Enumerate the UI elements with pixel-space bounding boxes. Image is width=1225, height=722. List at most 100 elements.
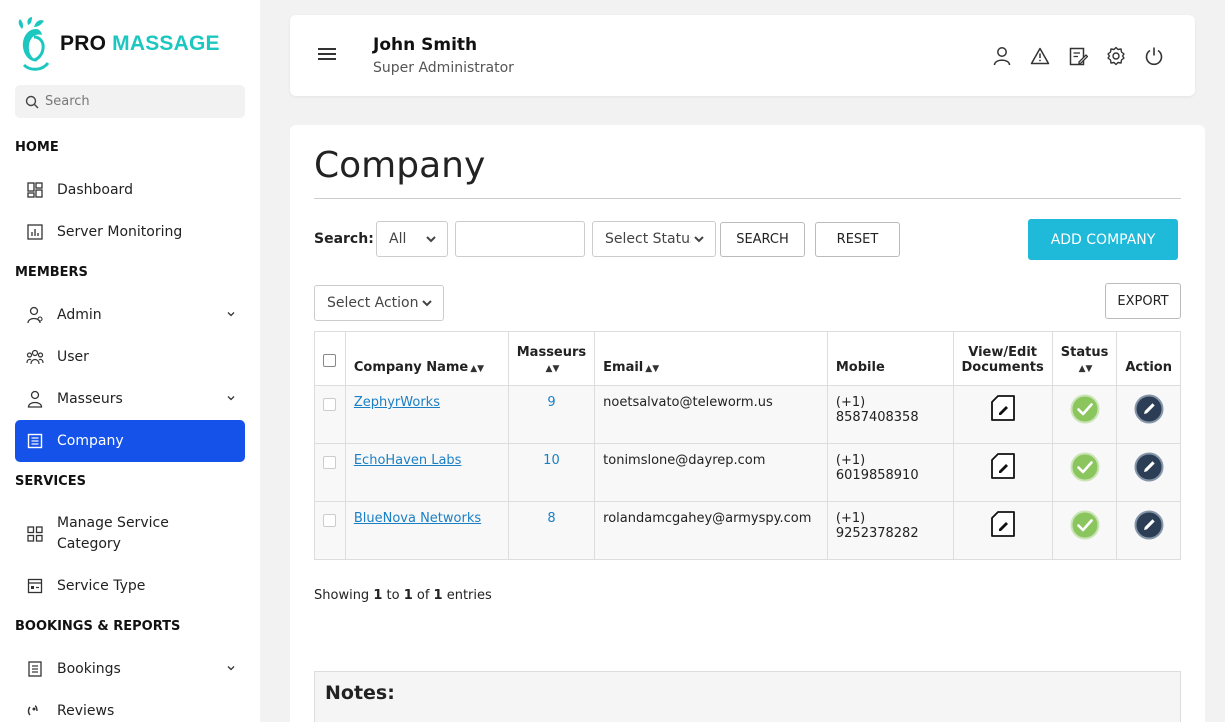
header-status[interactable]: Status ▲▼ (1051, 331, 1118, 386)
company-link[interactable]: ZephyrWorks (354, 395, 440, 410)
filter-field-dropdown[interactable]: All (385, 230, 439, 248)
header-label-line-1: View/Edit (968, 345, 1037, 360)
select-all-checkbox[interactable] (323, 354, 336, 367)
status-dropdown[interactable]: Select Status (601, 230, 707, 248)
sidebar-item-label: Manage Service Category (57, 513, 169, 555)
edit-pencil-icon[interactable] (1134, 394, 1164, 424)
person-icon (25, 389, 45, 409)
edit-document-icon[interactable] (990, 510, 1016, 538)
row-checkbox[interactable] (323, 456, 336, 469)
header-company-name[interactable]: Company Name ▲▼ (344, 331, 509, 386)
section-members: MEMBERS (15, 265, 88, 280)
edit-pencil-icon[interactable] (1134, 510, 1164, 540)
sidebar-item-reviews[interactable]: Reviews (15, 690, 245, 722)
sort-icon: ▲▼ (470, 364, 485, 374)
masseurs-count-link[interactable]: 8 (547, 511, 555, 526)
sidebar-search[interactable] (15, 85, 245, 118)
brand-name-part2: MASSAGE (112, 32, 220, 55)
power-icon[interactable] (1143, 45, 1165, 67)
company-link[interactable]: EchoHaven Labs (354, 453, 462, 468)
active-status-icon[interactable] (1070, 452, 1100, 482)
admin-user-icon (25, 305, 45, 325)
company-link[interactable]: BlueNova Networks (354, 511, 481, 526)
header-actions (991, 45, 1165, 67)
chevron-down-icon (227, 396, 235, 401)
edit-document-icon[interactable] (990, 394, 1016, 422)
edit-pencil-icon[interactable] (1134, 452, 1164, 482)
edit-note-icon[interactable] (1067, 45, 1089, 67)
bulk-action-dropdown[interactable]: Select Action (323, 294, 435, 312)
sidebar-item-label: Server Monitoring (57, 224, 183, 240)
sidebar-item-service-type[interactable]: Service Type (15, 565, 245, 607)
documents-cell (952, 443, 1053, 502)
search-input-box[interactable] (455, 221, 585, 257)
edit-document-icon[interactable] (990, 452, 1016, 480)
menu-toggle-icon[interactable] (318, 48, 336, 60)
table-header-row: Company Name ▲▼ Masseurs ▲▼ Email ▲▼ Mobile… (314, 331, 1181, 386)
email-cell: noetsalvato@teleworm.us (594, 385, 828, 444)
row-select-cell (314, 501, 346, 560)
company-table: Company Name ▲▼ Masseurs ▲▼ Email ▲▼ Mobile… (314, 331, 1181, 560)
sidebar-item-server-monitoring[interactable]: Server Monitoring (15, 211, 245, 253)
row-select-cell (314, 385, 346, 444)
sidebar-item-label: Company (57, 433, 124, 449)
user-icon[interactable] (991, 45, 1013, 67)
warning-icon[interactable] (1029, 45, 1051, 67)
row-checkbox[interactable] (323, 398, 336, 411)
showing-total: 1 (433, 588, 443, 603)
calendar-icon (25, 576, 45, 596)
sidebar-item-company[interactable]: Company (15, 420, 245, 462)
sidebar-search-input[interactable] (45, 94, 225, 109)
filter-field-select[interactable]: All (376, 221, 448, 257)
documents-cell (952, 385, 1053, 444)
top-header: John Smith Super Administrator (290, 15, 1195, 96)
row-checkbox[interactable] (323, 514, 336, 527)
masseurs-count-cell: 10 (507, 443, 596, 502)
chevron-down-icon (227, 666, 235, 671)
header-label: Masseurs (516, 345, 587, 360)
search-input[interactable] (464, 231, 576, 247)
add-company-button[interactable]: ADD COMPANY (1028, 219, 1178, 260)
notes-panel: Notes: (314, 671, 1181, 722)
active-status-icon[interactable] (1070, 394, 1100, 424)
sort-icon: ▲▼ (645, 364, 660, 374)
sidebar-item-manage-service-category[interactable]: Manage Service Category (15, 512, 245, 556)
search-button[interactable]: SEARCH (720, 222, 805, 257)
export-button[interactable]: EXPORT (1105, 283, 1181, 319)
sidebar-item-masseurs[interactable]: Masseurs (15, 378, 245, 420)
masseurs-count-link[interactable]: 9 (547, 395, 555, 410)
masseurs-count-link[interactable]: 10 (543, 453, 560, 468)
table-row: BlueNova Networks 8 rolandamcgahey@armys… (314, 501, 1181, 560)
header-masseurs[interactable]: Masseurs ▲▼ (507, 331, 596, 386)
showing-from: 1 (373, 588, 383, 603)
company-name-cell: ZephyrWorks (344, 385, 509, 444)
settings-icon[interactable] (1105, 45, 1127, 67)
showing-prefix: Showing (314, 588, 374, 603)
bulk-action-select[interactable]: Select Action (314, 285, 444, 321)
mobile-cell: (+1) 6019858910 (826, 443, 954, 502)
sidebar: PRO MASSAGE HOME Dashboard Server Monito… (0, 0, 260, 722)
status-select[interactable]: Select Status (592, 221, 716, 257)
search-label: Search: (314, 231, 374, 247)
sidebar-item-bookings[interactable]: Bookings (15, 648, 245, 690)
list-doc-icon (25, 659, 45, 679)
header-email[interactable]: Email ▲▼ (594, 331, 828, 386)
sort-icon: ▲▼ (545, 364, 560, 374)
sidebar-item-dashboard[interactable]: Dashboard (15, 169, 245, 211)
sidebar-item-user[interactable]: User (15, 336, 245, 378)
reset-button[interactable]: RESET (815, 222, 900, 257)
brand-logo[interactable]: PRO MASSAGE (14, 14, 220, 74)
mobile-cell: (+1) 9252378282 (826, 501, 954, 560)
chart-icon (25, 222, 45, 242)
section-bookings-reports: BOOKINGS & REPORTS (15, 619, 181, 634)
user-name: John Smith (373, 35, 478, 55)
showing-suffix: entries (442, 588, 492, 603)
sidebar-item-label: Service Type (57, 578, 146, 594)
sidebar-item-admin[interactable]: Admin (15, 294, 245, 336)
company-name-cell: BlueNova Networks (344, 501, 509, 560)
reviews-icon (25, 701, 45, 721)
label-line-2: Category (57, 536, 121, 552)
brand-name: PRO MASSAGE (60, 32, 220, 56)
email-cell: rolandamcgahey@armyspy.com (594, 501, 828, 560)
active-status-icon[interactable] (1070, 510, 1100, 540)
